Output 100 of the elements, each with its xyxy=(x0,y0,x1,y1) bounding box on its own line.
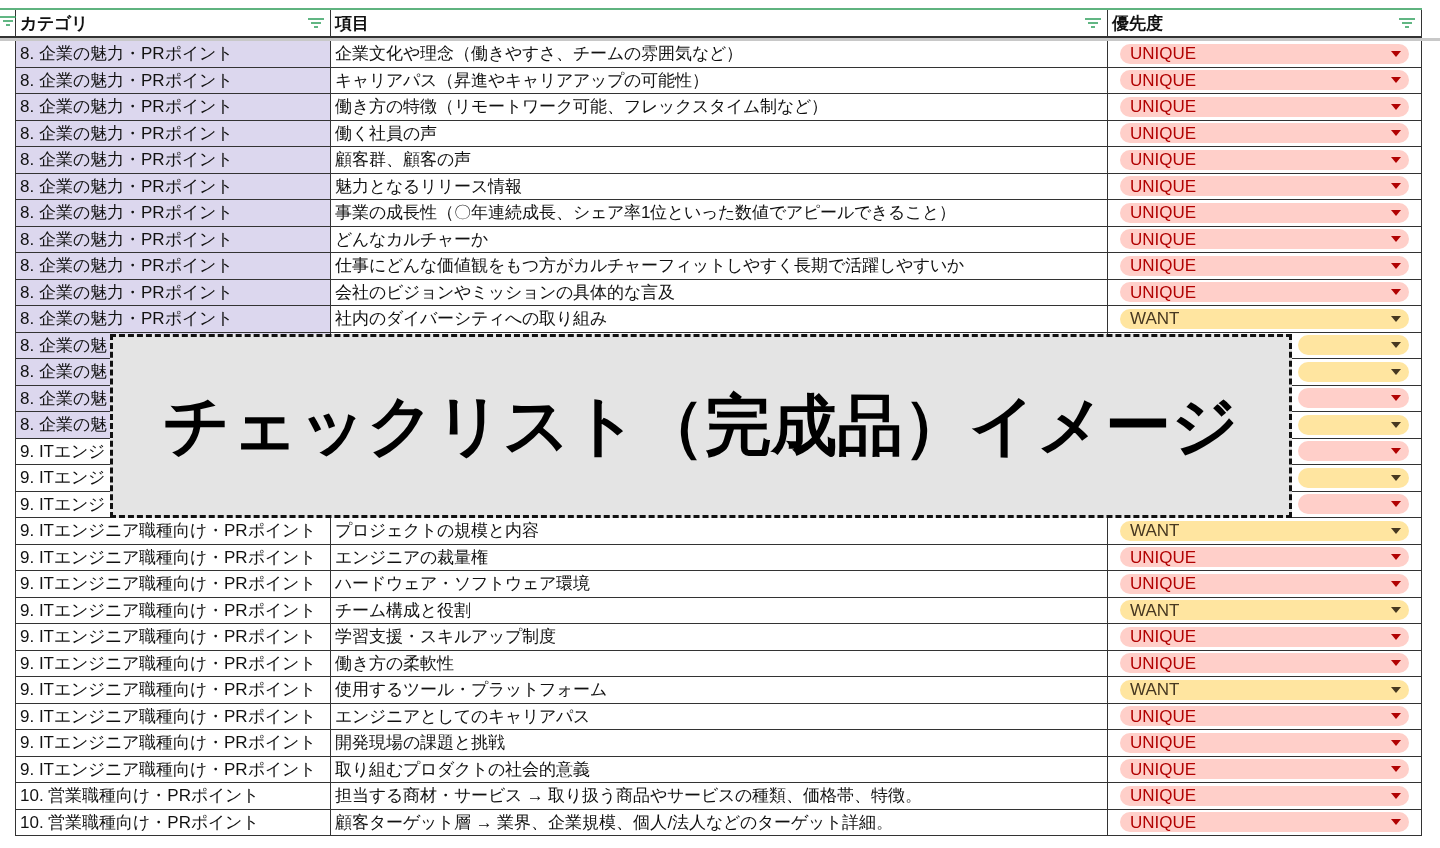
category-cell: 9. ITエンジニア職種向け・PRポイント xyxy=(16,597,331,624)
priority-dropdown[interactable]: UNIQUE xyxy=(1120,96,1409,117)
filter-icon[interactable] xyxy=(0,16,16,26)
category-cell: 8. 企業の魅力・PRポイント xyxy=(16,147,331,174)
category-cell: 9. ITエンジニア職種向け・PRポイント xyxy=(16,624,331,651)
priority-dropdown[interactable]: WANT xyxy=(1120,600,1409,621)
caret-icon xyxy=(1391,130,1401,137)
priority-dropdown[interactable]: WANT xyxy=(1120,520,1409,541)
category-cell: 9. ITエンジニア職種向け・PRポイント xyxy=(16,544,331,571)
priority-dropdown[interactable]: UNIQUE xyxy=(1120,653,1409,674)
category-cell: 9. ITエンジニア職種向け・PRポイント xyxy=(16,518,331,545)
overlay-title: チェックリスト（完成品）イメージ xyxy=(110,334,1292,518)
caret-icon xyxy=(1391,474,1401,481)
priority-dropdown[interactable]: UNIQUE xyxy=(1120,812,1409,833)
item-cell: キャリアパス（昇進やキャリアアップの可能性） xyxy=(331,67,1108,94)
item-cell: 働き方の特徴（リモートワーク可能、フレックスタイム制など） xyxy=(331,94,1108,121)
category-cell: 10. 営業職種向け・PRポイント xyxy=(16,809,331,836)
caret-icon xyxy=(1391,421,1401,428)
item-cell: チーム構成と役割 xyxy=(331,597,1108,624)
caret-icon xyxy=(1391,262,1401,269)
category-cell: 9. ITエンジニア職種向け・PRポイント xyxy=(16,677,331,704)
priority-dropdown[interactable]: UNIQUE xyxy=(1120,70,1409,91)
item-cell: 会社のビジョンやミッションの具体的な言及 xyxy=(331,279,1108,306)
caret-icon xyxy=(1391,580,1401,587)
category-cell: 9. ITエンジニア職種向け・PRポイント xyxy=(16,650,331,677)
category-cell: 9. ITエンジニア職種向け・PRポイント xyxy=(16,571,331,598)
item-cell: 企業文化や理念（働きやすさ、チームの雰囲気など） xyxy=(331,41,1108,68)
category-cell: 9. ITエンジニア職種向け・PRポイント xyxy=(16,703,331,730)
caret-icon xyxy=(1391,686,1401,693)
priority-dropdown[interactable]: UNIQUE xyxy=(1120,732,1409,753)
caret-icon xyxy=(1391,50,1401,57)
caret-icon xyxy=(1391,527,1401,534)
category-cell: 8. 企業の魅力・PRポイント xyxy=(16,94,331,121)
priority-dropdown[interactable]: UNIQUE xyxy=(1120,43,1409,64)
priority-dropdown[interactable] xyxy=(1298,388,1409,409)
column-title: カテゴリ xyxy=(20,14,88,32)
item-cell: 働き方の柔軟性 xyxy=(331,650,1108,677)
item-cell: どんなカルチャーか xyxy=(331,226,1108,253)
priority-dropdown[interactable]: UNIQUE xyxy=(1120,229,1409,250)
priority-dropdown[interactable]: UNIQUE xyxy=(1120,202,1409,223)
item-cell: 仕事にどんな価値観をもつ方がカルチャーフィットしやすく長期で活躍しやすいか xyxy=(331,253,1108,280)
priority-dropdown[interactable]: UNIQUE xyxy=(1120,282,1409,303)
caret-icon xyxy=(1391,209,1401,216)
item-cell: 魅力となるリリース情報 xyxy=(331,173,1108,200)
priority-dropdown[interactable]: UNIQUE xyxy=(1120,547,1409,568)
item-cell: 働く社員の声 xyxy=(331,120,1108,147)
priority-dropdown[interactable] xyxy=(1298,414,1409,435)
priority-dropdown[interactable]: UNIQUE xyxy=(1120,706,1409,727)
column-title: 項目 xyxy=(335,14,369,32)
caret-icon xyxy=(1391,183,1401,190)
priority-dropdown[interactable] xyxy=(1298,335,1409,356)
priority-dropdown[interactable]: WANT xyxy=(1120,308,1409,329)
caret-icon xyxy=(1391,156,1401,163)
item-cell: 取り組むプロダクトの社会的意義 xyxy=(331,756,1108,783)
column-title: 優先度 xyxy=(1112,14,1163,32)
caret-icon xyxy=(1391,792,1401,799)
caret-icon xyxy=(1391,77,1401,84)
item-cell: 顧客ターゲット層 → 業界、企業規模、個人/法人などのターゲット詳細。 xyxy=(331,809,1108,836)
priority-dropdown[interactable]: UNIQUE xyxy=(1120,785,1409,806)
item-cell: 顧客群、顧客の声 xyxy=(331,147,1108,174)
caret-icon xyxy=(1391,819,1401,826)
caret-icon xyxy=(1391,607,1401,614)
priority-dropdown[interactable]: UNIQUE xyxy=(1120,255,1409,276)
caret-icon xyxy=(1391,395,1401,402)
priority-dropdown[interactable] xyxy=(1298,467,1409,488)
caret-icon xyxy=(1391,289,1401,296)
caret-icon xyxy=(1391,766,1401,773)
priority-dropdown[interactable]: WANT xyxy=(1120,679,1409,700)
caret-icon xyxy=(1391,713,1401,720)
category-cell: 8. 企業の魅力・PRポイント xyxy=(16,173,331,200)
priority-dropdown[interactable]: UNIQUE xyxy=(1120,176,1409,197)
priority-dropdown[interactable]: UNIQUE xyxy=(1120,573,1409,594)
priority-dropdown[interactable]: UNIQUE xyxy=(1120,123,1409,144)
caret-icon xyxy=(1391,368,1401,375)
priority-dropdown[interactable]: UNIQUE xyxy=(1120,626,1409,647)
priority-dropdown[interactable]: UNIQUE xyxy=(1120,149,1409,170)
category-cell: 8. 企業の魅力・PRポイント xyxy=(16,306,331,333)
caret-icon xyxy=(1391,660,1401,667)
priority-dropdown[interactable] xyxy=(1298,441,1409,462)
priority-dropdown[interactable]: UNIQUE xyxy=(1120,759,1409,780)
category-cell: 8. 企業の魅力・PRポイント xyxy=(16,67,331,94)
category-cell: 10. 営業職種向け・PRポイント xyxy=(16,783,331,810)
category-cell: 8. 企業の魅力・PRポイント xyxy=(16,279,331,306)
item-cell: 学習支援・スキルアップ制度 xyxy=(331,624,1108,651)
item-cell: ハードウェア・ソフトウェア環境 xyxy=(331,571,1108,598)
item-cell: エンジニアの裁量権 xyxy=(331,544,1108,571)
item-cell: 使用するツール・プラットフォーム xyxy=(331,677,1108,704)
caret-icon xyxy=(1391,103,1401,110)
category-cell: 8. 企業の魅力・PRポイント xyxy=(16,200,331,227)
category-cell: 8. 企業の魅力・PRポイント xyxy=(16,253,331,280)
caret-icon xyxy=(1391,554,1401,561)
caret-icon xyxy=(1391,315,1401,322)
caret-icon xyxy=(1391,236,1401,243)
category-cell: 8. 企業の魅力・PRポイント xyxy=(16,226,331,253)
priority-dropdown[interactable] xyxy=(1298,494,1409,515)
category-cell: 8. 企業の魅力・PRポイント xyxy=(16,41,331,68)
category-cell: 9. ITエンジニア職種向け・PRポイント xyxy=(16,730,331,757)
caret-icon xyxy=(1391,739,1401,746)
priority-dropdown[interactable] xyxy=(1298,361,1409,382)
caret-icon xyxy=(1391,448,1401,455)
